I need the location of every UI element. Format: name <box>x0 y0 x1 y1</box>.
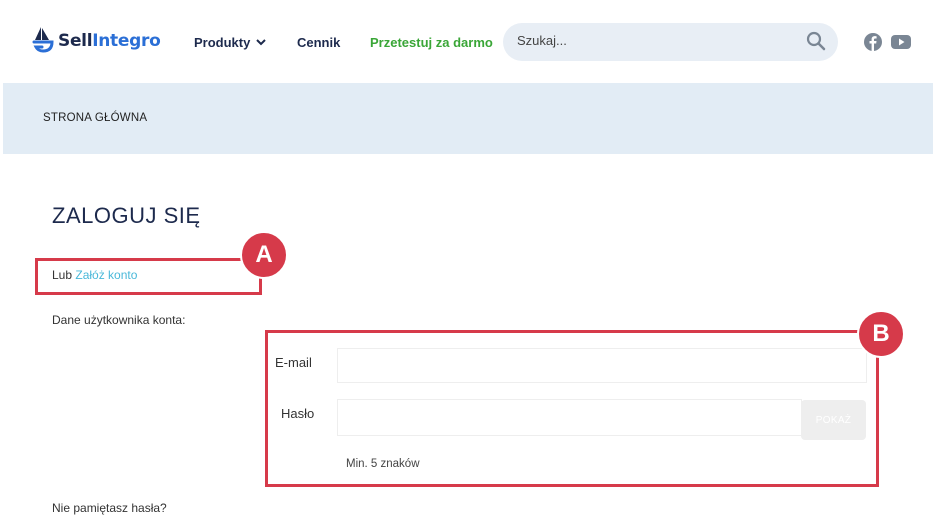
nav-products[interactable]: Produkty <box>194 35 267 50</box>
logo-icon <box>32 27 54 53</box>
breadcrumb-band: STRONA GŁÓWNA <box>3 83 933 154</box>
account-details-label: Dane użytkownika konta: <box>52 313 186 327</box>
chevron-down-icon <box>256 39 267 46</box>
site-header: SellIntegro Produkty Cennik Przetestuj z… <box>0 0 933 83</box>
facebook-icon[interactable] <box>864 33 882 51</box>
annotation-box-a <box>35 258 262 295</box>
logo-text-sell: Sell <box>58 31 93 51</box>
nav-free-trial[interactable]: Przetestuj za darmo <box>370 35 493 50</box>
search-icon[interactable] <box>806 31 826 51</box>
search-input[interactable] <box>517 33 787 48</box>
breadcrumb[interactable]: STRONA GŁÓWNA <box>43 112 147 124</box>
logo-text-integro: Integro <box>92 31 161 51</box>
page-title: ZALOGUJ SIĘ <box>52 203 201 228</box>
annotation-marker-a: A <box>240 231 288 279</box>
search-bar <box>503 23 838 61</box>
youtube-icon[interactable] <box>891 33 911 51</box>
nav-pricing[interactable]: Cennik <box>297 35 340 50</box>
annotation-box-b <box>265 330 879 487</box>
logo[interactable]: SellIntegro <box>32 24 161 58</box>
nav-products-label: Produkty <box>194 35 251 50</box>
forgot-password-link[interactable]: Nie pamiętasz hasła? <box>52 501 167 515</box>
annotation-marker-b: B <box>857 310 905 358</box>
